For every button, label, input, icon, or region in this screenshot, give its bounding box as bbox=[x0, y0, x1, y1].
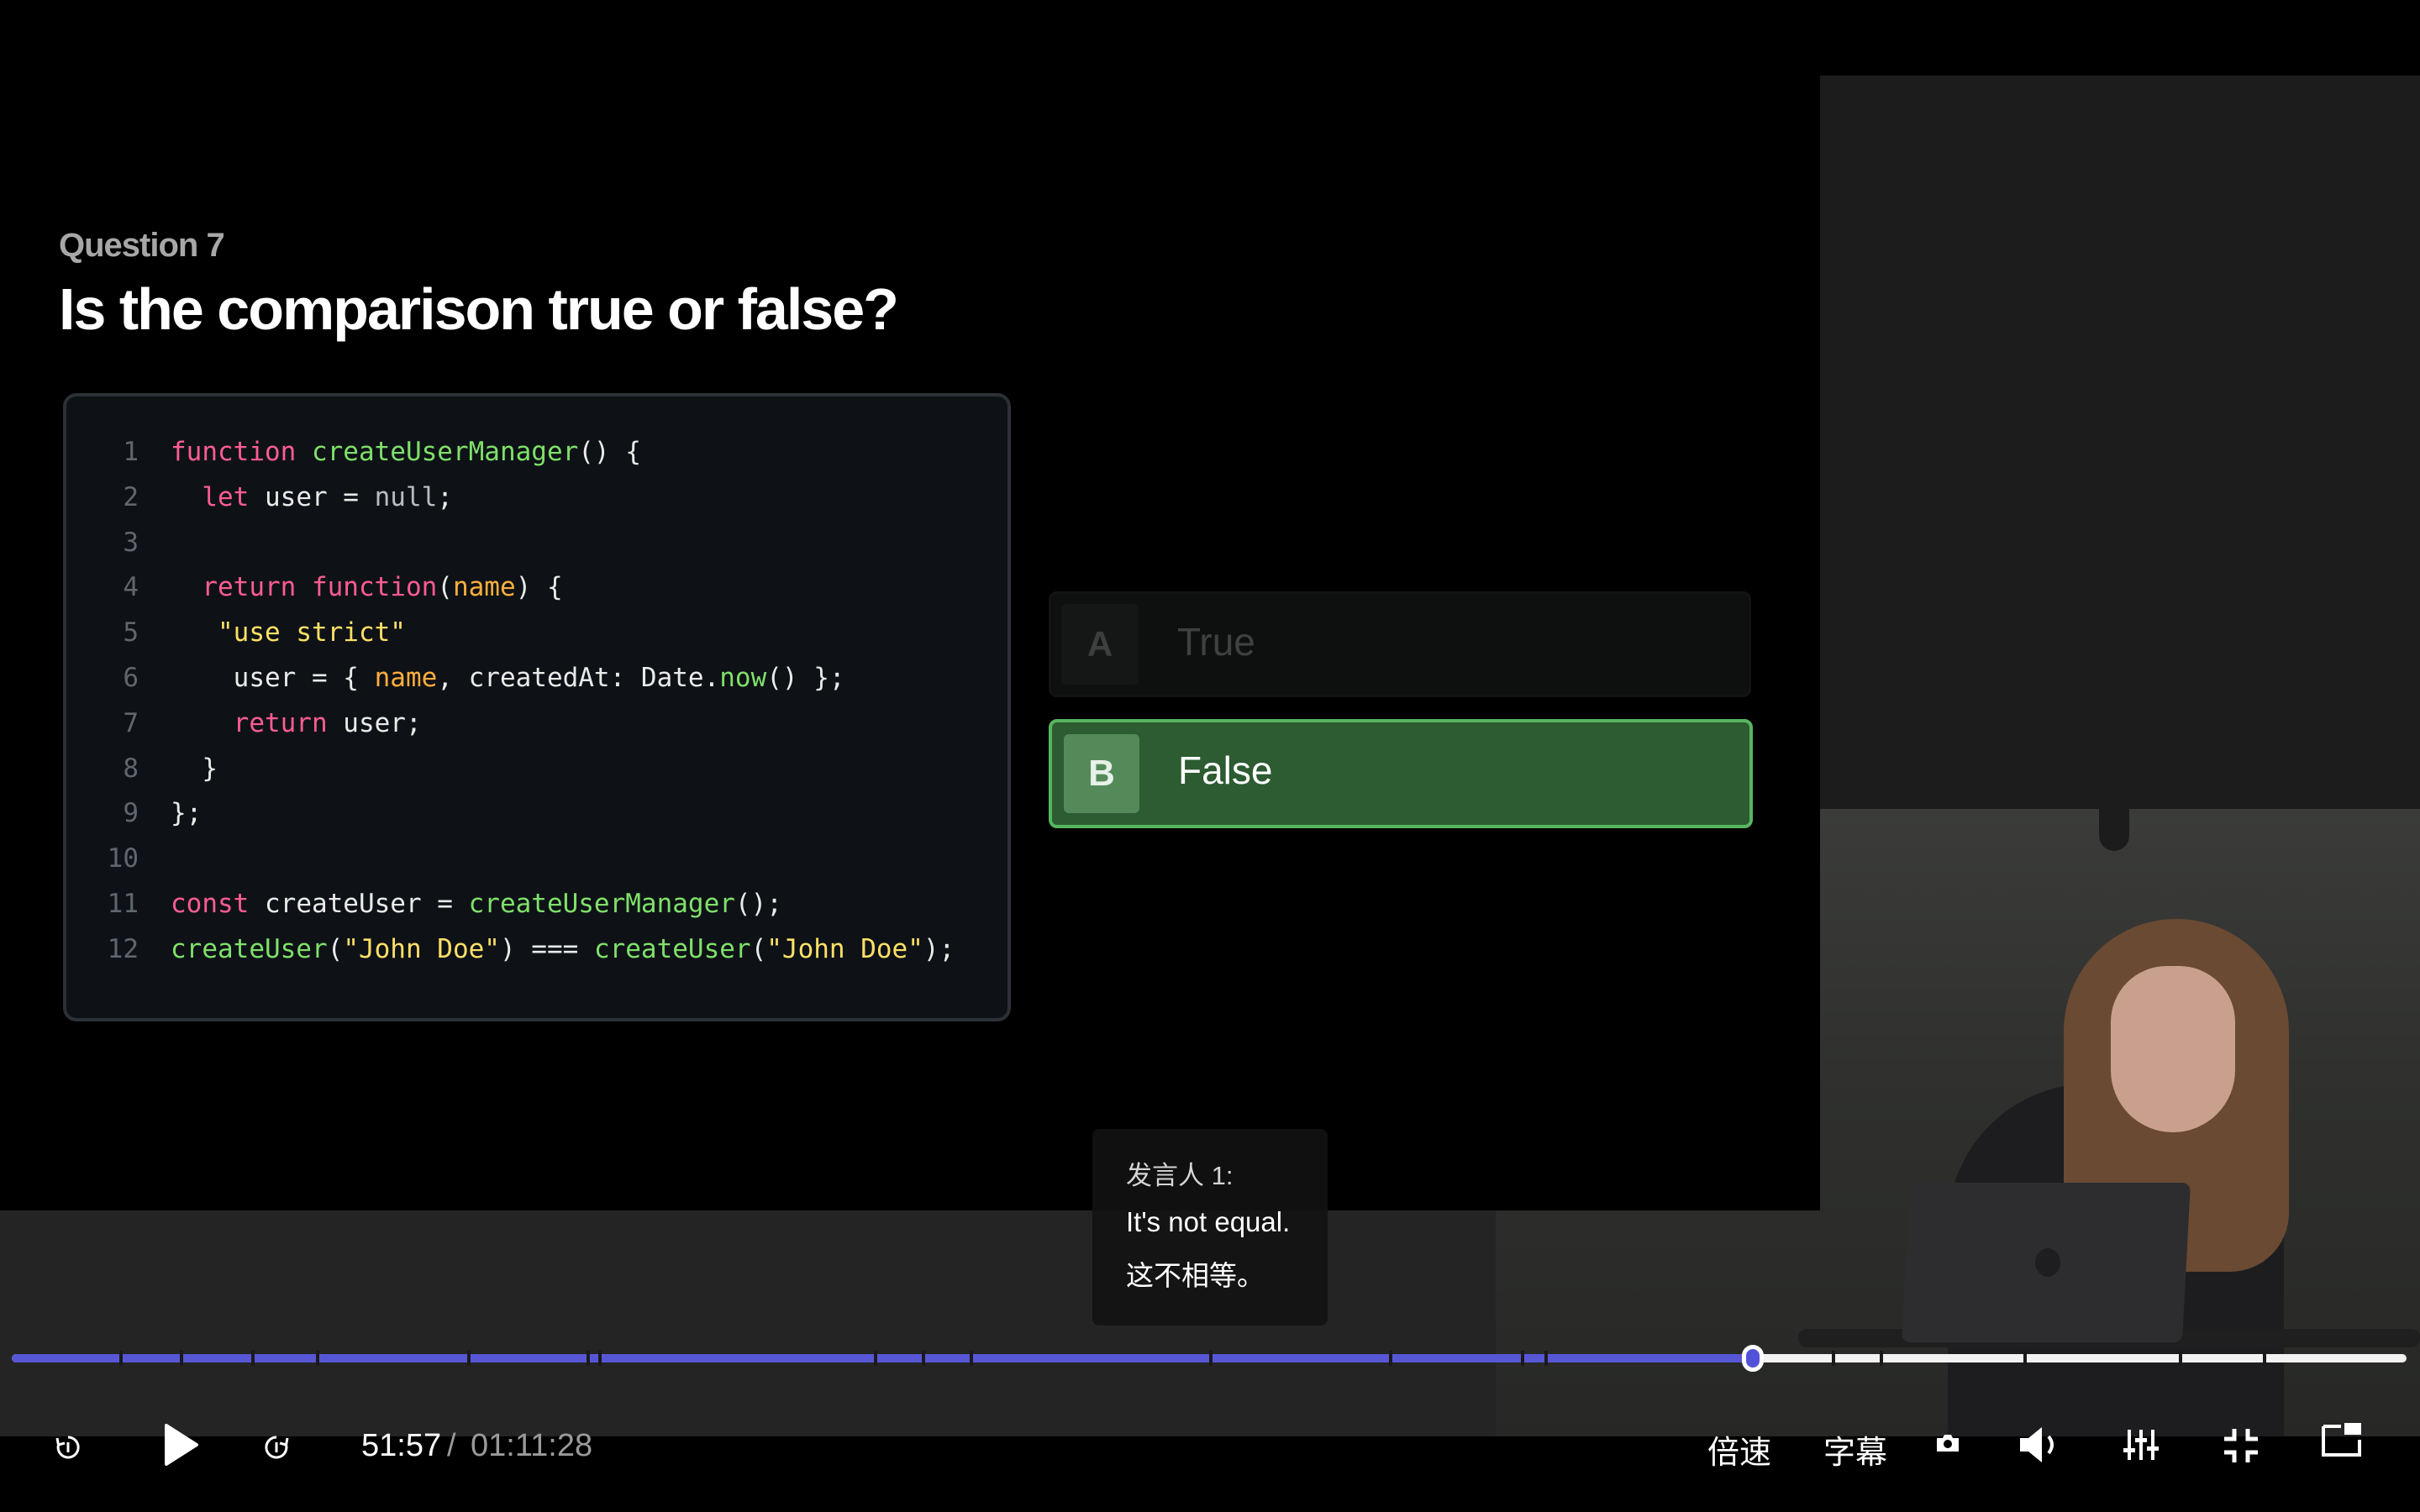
question-number: Question 7 bbox=[59, 227, 225, 264]
code-text: createUser("John Doe") === createUser("J… bbox=[171, 933, 955, 964]
play-icon[interactable] bbox=[163, 1423, 200, 1467]
chapter-marker bbox=[587, 1351, 590, 1366]
chapter-marker bbox=[1880, 1351, 1883, 1366]
code-line: 1 function createUserManager() { bbox=[66, 437, 1007, 474]
exit-fullscreen-icon[interactable] bbox=[2222, 1426, 2260, 1465]
code-line: 9}; bbox=[66, 798, 1007, 835]
volume-icon[interactable] bbox=[2017, 1425, 2060, 1465]
code-text: const createUser = createUserManager(); bbox=[171, 889, 782, 919]
code-line: 5 "use strict" bbox=[66, 617, 1007, 654]
playback-speed-button[interactable]: 倍速 bbox=[1707, 1426, 1771, 1473]
chapter-marker bbox=[1832, 1351, 1835, 1366]
equalizer-icon[interactable] bbox=[2123, 1426, 2160, 1463]
screenshot-icon[interactable] bbox=[1934, 1431, 1961, 1455]
code-text: return user; bbox=[233, 707, 422, 738]
total-duration: 01:11:28 bbox=[471, 1428, 593, 1463]
laptop-logo-icon bbox=[2035, 1248, 2060, 1277]
code-line: 6 user = { name, createdAt: Date.now() }… bbox=[66, 663, 1007, 700]
forward-icon[interactable] bbox=[262, 1433, 291, 1462]
chapter-marker bbox=[1388, 1351, 1392, 1366]
code-text: let user = null; bbox=[202, 481, 453, 512]
line-number: 2 bbox=[123, 481, 139, 512]
code-line: 12 createUser("John Doe") === createUser(… bbox=[66, 934, 1007, 971]
answer-option-a[interactable]: A True bbox=[1049, 591, 1751, 697]
ceiling-lamp bbox=[2099, 809, 2129, 851]
chapter-marker bbox=[315, 1351, 319, 1366]
option-a-letter: A bbox=[1061, 604, 1139, 685]
line-number: 9 bbox=[123, 798, 139, 829]
option-b-letter: B bbox=[1064, 734, 1139, 813]
chapter-marker bbox=[2179, 1351, 2183, 1366]
code-line: 3 bbox=[66, 528, 1007, 564]
progress-played bbox=[12, 1354, 1753, 1362]
line-number: 5 bbox=[123, 617, 139, 648]
line-number: 12 bbox=[107, 933, 139, 964]
chapter-marker bbox=[598, 1351, 602, 1366]
code-text: user = { name, createdAt: Date.now() }; bbox=[171, 663, 845, 693]
code-text: "use strict" bbox=[218, 617, 406, 648]
rewind-icon[interactable] bbox=[54, 1433, 82, 1462]
line-number: 6 bbox=[123, 663, 139, 693]
answer-option-b[interactable]: B False bbox=[1049, 719, 1753, 828]
code-block: 1 function createUserManager() { 2 let use… bbox=[63, 393, 1011, 1021]
code-text: return function(name) { bbox=[202, 572, 563, 603]
chapter-marker bbox=[874, 1351, 877, 1366]
chapter-marker bbox=[970, 1351, 973, 1366]
picture-in-picture-icon[interactable] bbox=[2321, 1421, 2363, 1458]
chapter-marker bbox=[2023, 1351, 2027, 1366]
camera-backdrop bbox=[1820, 76, 2420, 809]
chapter-marker bbox=[922, 1351, 925, 1366]
progress-thumb[interactable] bbox=[1741, 1345, 1764, 1372]
chapter-marker bbox=[466, 1351, 471, 1366]
line-number: 1 bbox=[123, 437, 139, 467]
time-separator: / bbox=[447, 1428, 456, 1463]
chapter-marker bbox=[1544, 1351, 1548, 1366]
current-time: 51:57 bbox=[361, 1428, 442, 1463]
chapter-marker bbox=[179, 1351, 183, 1366]
progress-bar[interactable] bbox=[12, 1351, 2407, 1366]
code-text: function createUserManager() { bbox=[171, 437, 641, 467]
code-line: 10 bbox=[66, 843, 1007, 880]
subtitle-chinese: 这不相等。 bbox=[1126, 1260, 1265, 1291]
line-number: 7 bbox=[123, 707, 139, 738]
chapter-marker bbox=[1209, 1351, 1213, 1366]
subtitle-speaker: 发言人 1: bbox=[1126, 1161, 1234, 1190]
code-text: } bbox=[171, 753, 218, 784]
line-number: 11 bbox=[107, 889, 139, 919]
code-line: 11 const createUser = createUserManager()… bbox=[66, 889, 1007, 926]
subtitle-button[interactable]: 字幕 bbox=[1823, 1426, 1887, 1473]
video-frame[interactable]: Question 7 Is the comparison true or fal… bbox=[0, 0, 2420, 1512]
chapter-marker bbox=[251, 1351, 255, 1366]
line-number: 4 bbox=[123, 572, 139, 603]
line-number: 3 bbox=[123, 527, 139, 558]
option-a-label: True bbox=[1177, 620, 1255, 664]
chapter-marker bbox=[119, 1351, 124, 1366]
code-line: 8 } bbox=[66, 753, 1007, 790]
line-number: 8 bbox=[123, 753, 139, 784]
option-b-label: False bbox=[1178, 748, 1273, 792]
subtitle-english: It's not equal. bbox=[1126, 1206, 1291, 1237]
code-text: }; bbox=[171, 798, 203, 829]
speaker-face bbox=[2111, 966, 2235, 1132]
code-line: 2 let user = null; bbox=[66, 482, 1007, 519]
line-number: 10 bbox=[107, 843, 139, 874]
question-title: Is the comparison true or false? bbox=[59, 276, 899, 342]
code-line: 4 return function(name) { bbox=[66, 572, 1007, 609]
chapter-marker bbox=[2263, 1351, 2266, 1366]
chapter-marker bbox=[1520, 1351, 1524, 1366]
subtitle-overlay: 发言人 1: It's not equal. 这不相等。 bbox=[1092, 1129, 1328, 1326]
code-line: 7 return user; bbox=[66, 708, 1007, 745]
